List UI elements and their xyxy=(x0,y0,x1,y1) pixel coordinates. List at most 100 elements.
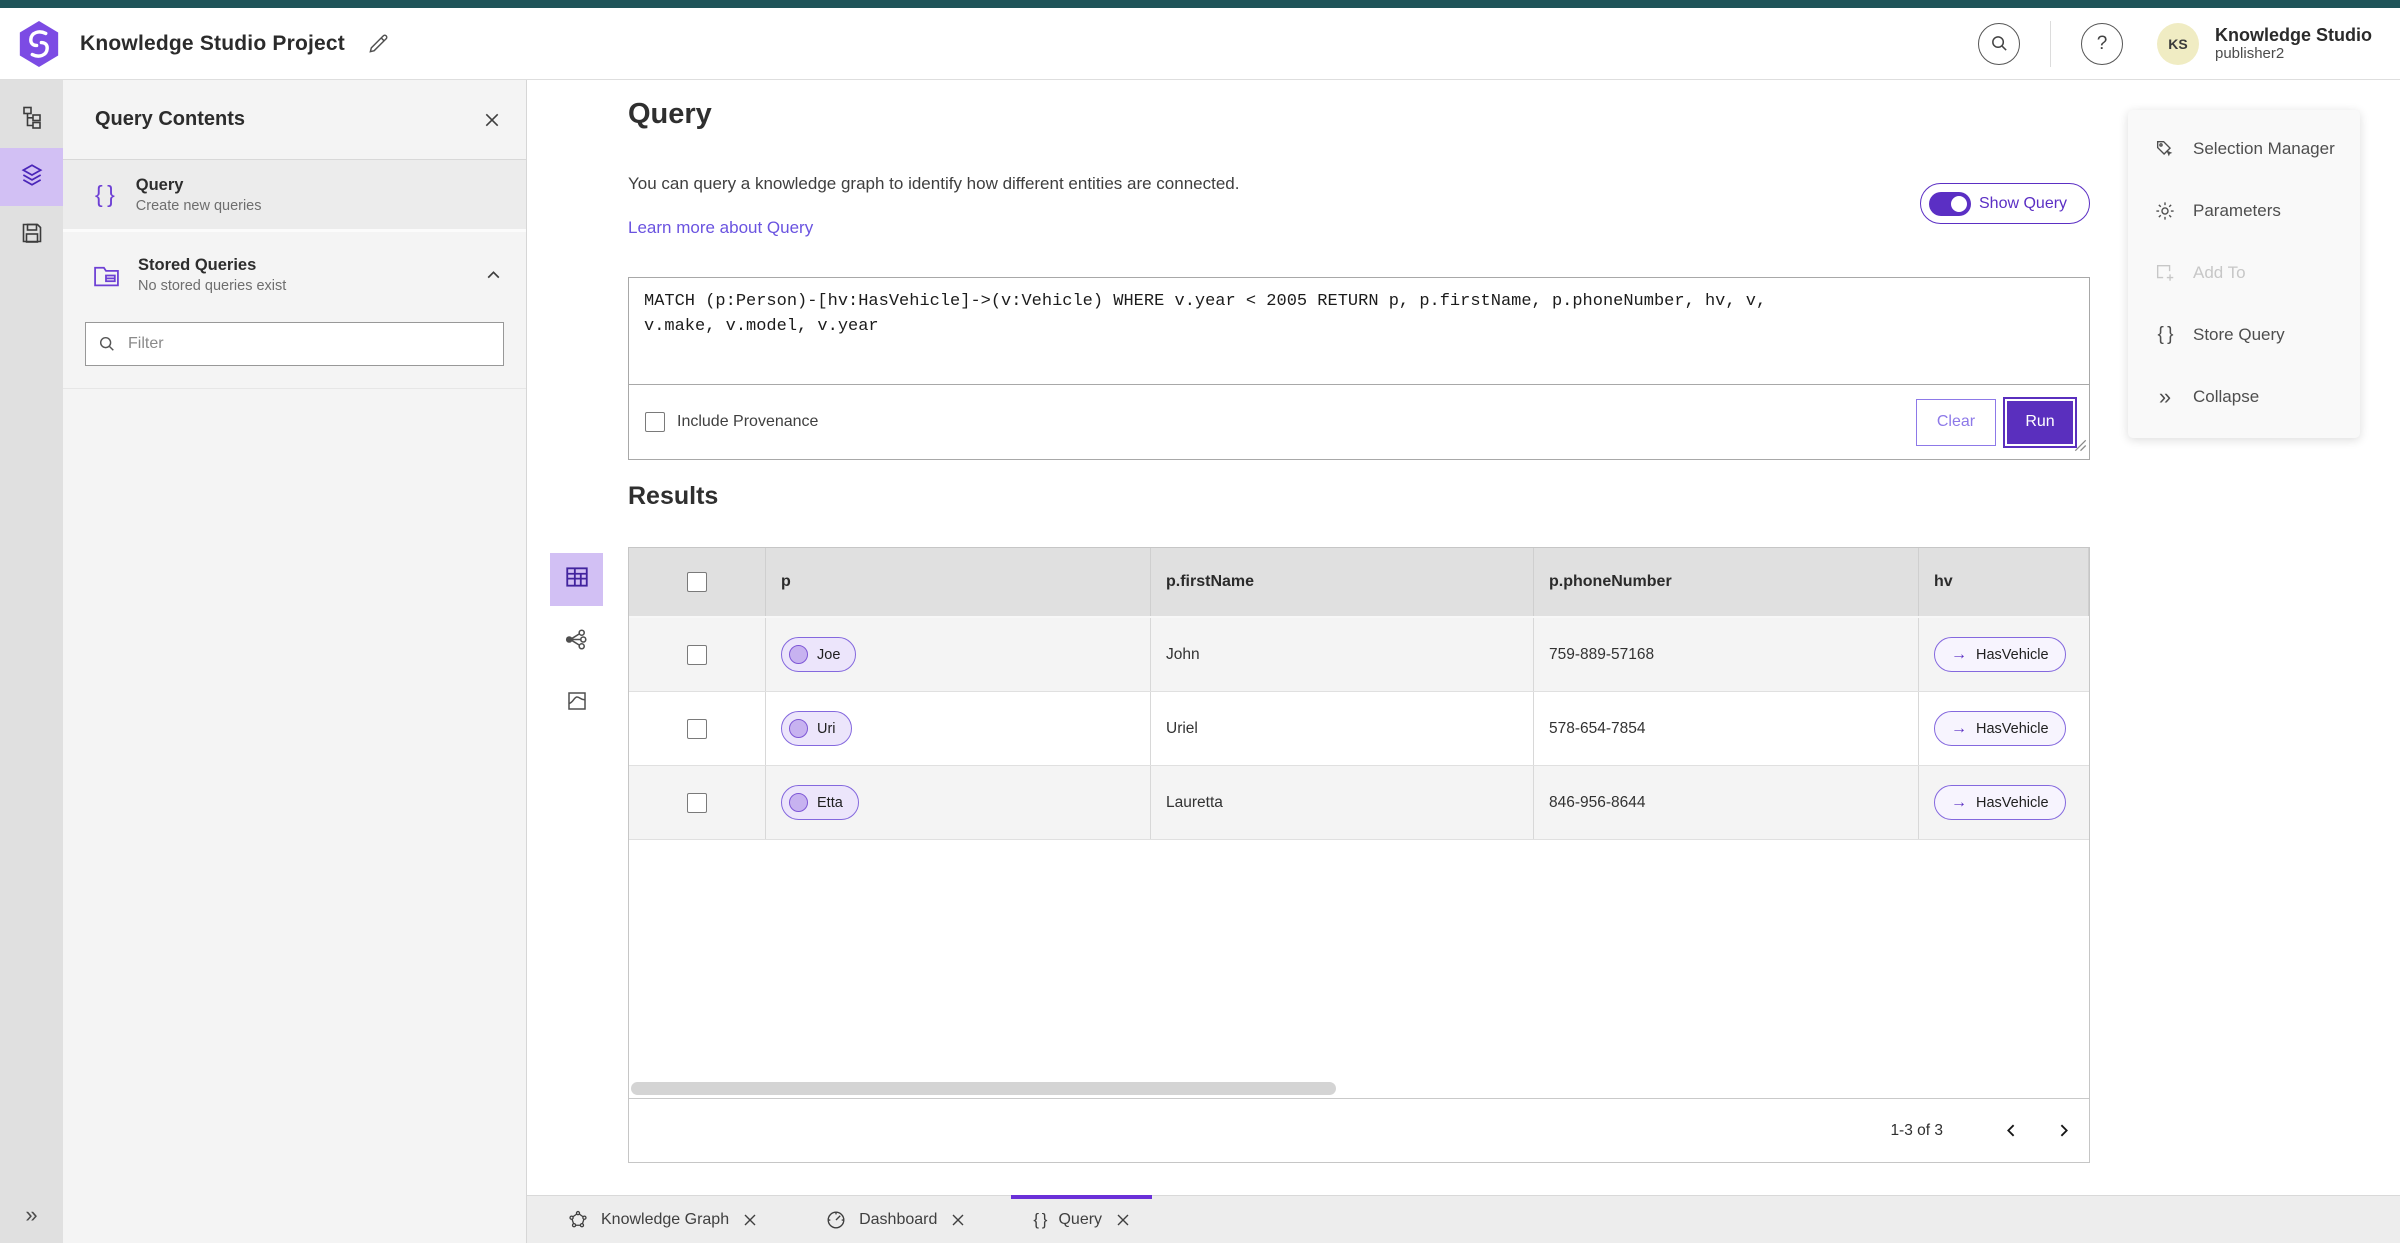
top-accent-bar xyxy=(0,0,2400,8)
query-editor[interactable]: MATCH (p:Person)-[hv:HasVehicle]->(v:Veh… xyxy=(629,278,2089,385)
app-window: Knowledge Studio Project ? KS Knowledge … xyxy=(0,0,2400,1243)
entity-chip[interactable]: Etta xyxy=(781,785,859,820)
rail-item-layers-active[interactable] xyxy=(0,148,63,206)
braces-icon: { } xyxy=(1033,1209,1047,1229)
tab-query-active[interactable]: { } Query xyxy=(1011,1195,1152,1243)
bottom-tab-bar: Knowledge Graph Dashboard { } Query xyxy=(527,1195,2400,1243)
map-icon xyxy=(565,689,589,718)
pagination-label: 1-3 of 3 xyxy=(1890,1121,1943,1139)
double-chevron-icon: » xyxy=(2158,384,2172,409)
arrow-right-icon: → xyxy=(1951,719,1967,737)
filter-field-wrap xyxy=(85,322,504,366)
relationship-chip[interactable]: → HasVehicle xyxy=(1934,785,2066,820)
app-header: Knowledge Studio Project ? KS Knowledge … xyxy=(0,8,2400,80)
first-name-value: Uriel xyxy=(1166,719,1198,737)
row-checkbox[interactable] xyxy=(687,792,707,813)
learn-more-link[interactable]: Learn more about Query xyxy=(628,218,813,238)
save-icon xyxy=(20,221,44,250)
query-item-title: Query xyxy=(135,175,184,194)
tab-label: Knowledge Graph xyxy=(601,1210,730,1228)
entity-node-icon xyxy=(789,719,808,738)
network-icon xyxy=(564,627,589,657)
filter-input[interactable] xyxy=(85,322,504,366)
relationship-chip[interactable]: → HasVehicle xyxy=(1934,711,2066,746)
row-checkbox[interactable] xyxy=(687,644,707,665)
tab-close-icon[interactable] xyxy=(743,1213,757,1227)
avatar-initials: KS xyxy=(2168,35,2188,52)
query-contents-panel: Query Contents { } Query Create new quer… xyxy=(63,80,527,1243)
dashboard-icon xyxy=(825,1209,847,1231)
search-button[interactable] xyxy=(1978,22,2020,65)
catalog-folder-icon xyxy=(93,263,120,288)
map-view-button[interactable] xyxy=(550,677,603,730)
select-all-checkbox[interactable] xyxy=(687,572,707,592)
user-role: publisher2 xyxy=(2215,45,2285,63)
query-heading: Query xyxy=(628,98,712,130)
search-icon xyxy=(1978,22,2020,65)
filter-search-icon xyxy=(98,335,116,358)
close-icon[interactable] xyxy=(484,112,500,128)
entity-chip[interactable]: Joe xyxy=(781,637,857,672)
clear-button[interactable]: Clear xyxy=(1916,398,1996,446)
selection-manager-icon xyxy=(2152,138,2178,160)
header-divider xyxy=(2050,20,2051,67)
entity-chip-label: Uri xyxy=(817,720,836,737)
resize-handle-icon[interactable] xyxy=(2074,439,2087,457)
parameters-item[interactable]: Parameters xyxy=(2128,180,2360,242)
stored-queries-header[interactable]: Stored Queries No stored queries exist xyxy=(63,232,526,318)
query-description: You can query a knowledge graph to ident… xyxy=(628,174,1240,193)
panel-item-query[interactable]: { } Query Create new queries xyxy=(63,160,526,232)
tab-knowledge-graph[interactable]: Knowledge Graph xyxy=(545,1196,779,1243)
relationship-chip-label: HasVehicle xyxy=(1976,646,2049,663)
tab-dashboard[interactable]: Dashboard xyxy=(803,1196,987,1243)
first-name-value: Lauretta xyxy=(1166,793,1223,811)
entity-chip[interactable]: Uri xyxy=(781,711,852,746)
store-query-item[interactable]: { } Store Query xyxy=(2128,304,2360,366)
add-to-label: Add To xyxy=(2193,263,2246,282)
phone-number-value: 759-889-57168 xyxy=(1549,645,1655,663)
toggle-switch-icon xyxy=(1929,191,1971,216)
parameters-label: Parameters xyxy=(2193,201,2281,220)
app-logo-icon xyxy=(19,20,59,67)
table-view-button[interactable] xyxy=(550,553,603,606)
table-icon xyxy=(564,564,590,595)
help-button[interactable]: ? xyxy=(2081,22,2123,65)
graph-view-button[interactable] xyxy=(550,615,603,668)
query-item-text: Query Create new queries xyxy=(136,176,262,214)
left-rail: » xyxy=(0,80,63,1243)
entity-node-icon xyxy=(789,793,808,812)
previous-page-button[interactable] xyxy=(1985,1099,2037,1163)
relationship-chip-label: HasVehicle xyxy=(1976,794,2049,811)
collapse-item[interactable]: » Collapse xyxy=(2128,366,2360,428)
stored-queries-subtitle: No stored queries exist xyxy=(138,278,287,294)
phone-number-value: 846-956-8644 xyxy=(1549,793,1646,811)
row-checkbox[interactable] xyxy=(687,718,707,739)
avatar[interactable]: KS xyxy=(2157,22,2199,65)
phone-number-value: 578-654-7854 xyxy=(1549,719,1646,737)
query-editor-card: MATCH (p:Person)-[hv:HasVehicle]->(v:Veh… xyxy=(628,277,2090,460)
entity-chip-label: Joe xyxy=(817,646,841,663)
rail-item-save[interactable] xyxy=(0,206,63,264)
selection-manager-item[interactable]: Selection Manager xyxy=(2128,118,2360,180)
edit-title-icon[interactable] xyxy=(367,32,390,55)
next-page-button[interactable] xyxy=(2037,1099,2089,1163)
question-icon: ? xyxy=(2096,32,2108,54)
rail-item-hierarchy[interactable] xyxy=(0,90,63,148)
tab-close-icon[interactable] xyxy=(951,1213,965,1227)
layers-icon xyxy=(19,162,45,193)
show-query-toggle[interactable]: Show Query xyxy=(1920,183,2090,224)
table-row: Etta Lauretta 846-956-8644 → HasVehicle xyxy=(629,766,2089,840)
horizontal-scrollbar-thumb[interactable] xyxy=(631,1082,1336,1095)
chevron-up-icon[interactable] xyxy=(485,267,502,284)
tab-close-icon[interactable] xyxy=(1116,1213,1130,1227)
results-table: p p.firstName p.phoneNumber hv Joe John … xyxy=(628,547,2090,1163)
column-header-phonenumber: p.phoneNumber xyxy=(1534,548,1919,616)
arrow-right-icon: → xyxy=(1951,793,1967,811)
column-header-firstname: p.firstName xyxy=(1151,548,1534,616)
include-provenance-checkbox[interactable] xyxy=(645,412,665,432)
run-button[interactable]: Run xyxy=(2003,396,2077,448)
rail-expand-button[interactable]: » xyxy=(0,1195,63,1235)
stored-queries-title: Stored Queries xyxy=(138,256,257,274)
column-header-p: p xyxy=(766,548,1151,616)
relationship-chip[interactable]: → HasVehicle xyxy=(1934,637,2066,672)
